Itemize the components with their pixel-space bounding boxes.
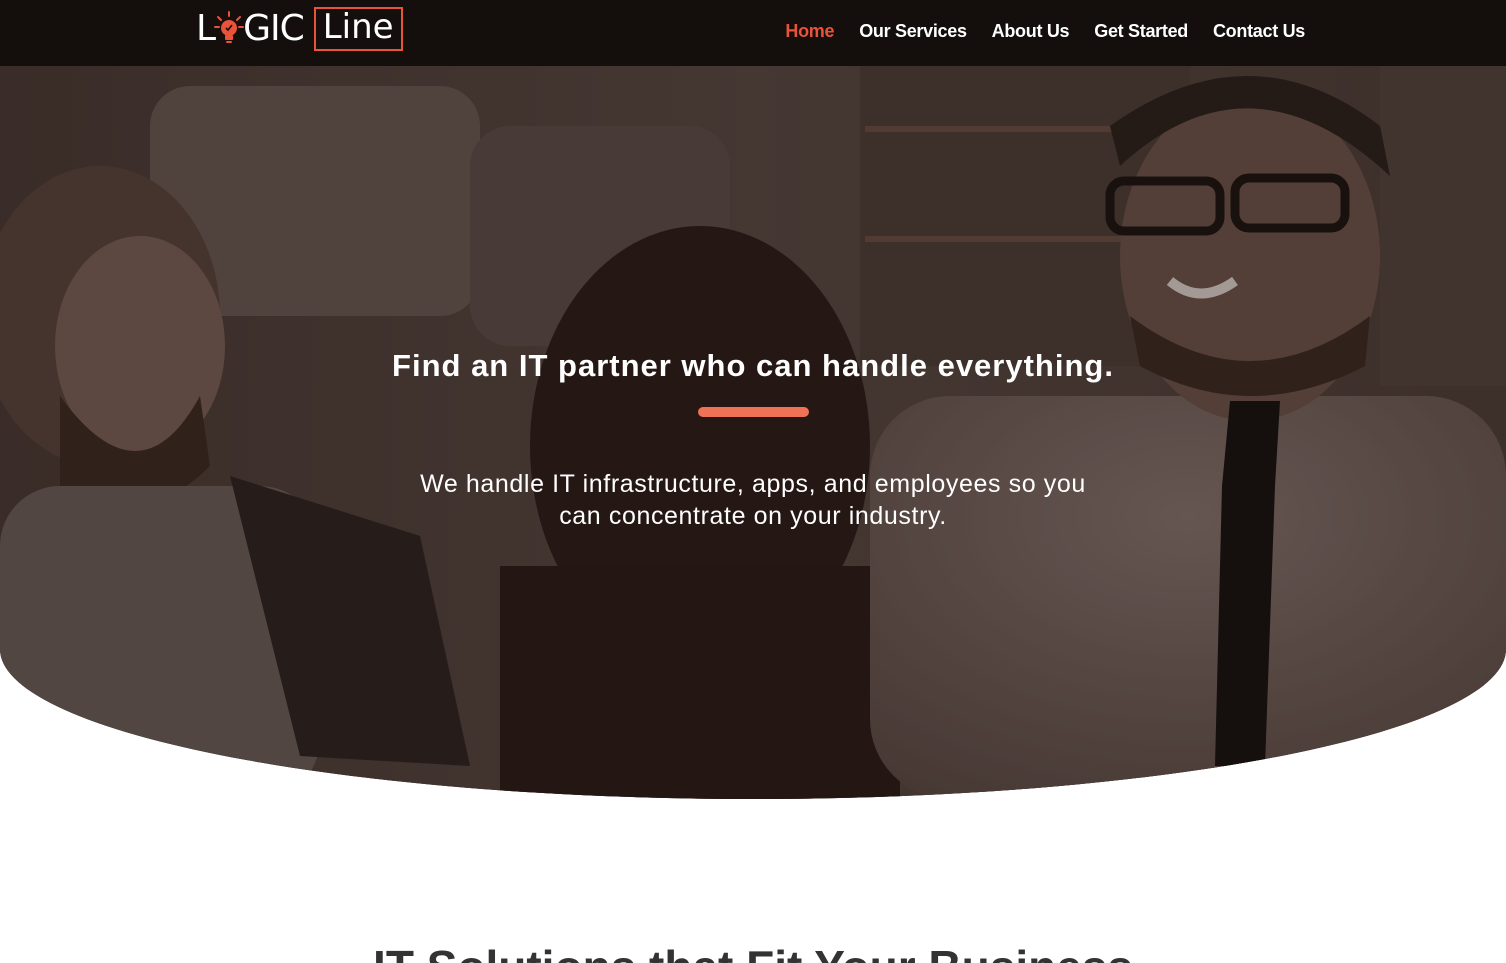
logo[interactable]: L GIC Line: [196, 7, 403, 51]
nav-home[interactable]: Home: [785, 21, 834, 42]
logo-wordmark: L GIC: [196, 8, 305, 49]
nav-get-started[interactable]: Get Started: [1094, 21, 1188, 42]
nav-our-services[interactable]: Our Services: [859, 21, 967, 42]
nav-contact-us[interactable]: Contact Us: [1213, 21, 1305, 42]
nav-about-us[interactable]: About Us: [992, 21, 1070, 42]
hero-title: Find an IT partner who can handle everyt…: [392, 348, 1114, 383]
hero-content: Find an IT partner who can handle everyt…: [0, 348, 1506, 532]
lightbulb-icon: [214, 11, 245, 47]
main-nav: Home Our Services About Us Get Started C…: [785, 21, 1305, 42]
hero-divider: [697, 407, 809, 417]
hero-subtitle: We handle IT infrastructure, apps, and e…: [420, 470, 1086, 530]
section-heading: IT Solutions that Fit Your Business: [0, 944, 1506, 963]
site-header: L GIC Line Home Our Services About Us Ge…: [0, 0, 1506, 66]
hero-section: Find an IT partner who can handle everyt…: [0, 66, 1506, 799]
logo-boxed-word: Line: [313, 7, 403, 51]
